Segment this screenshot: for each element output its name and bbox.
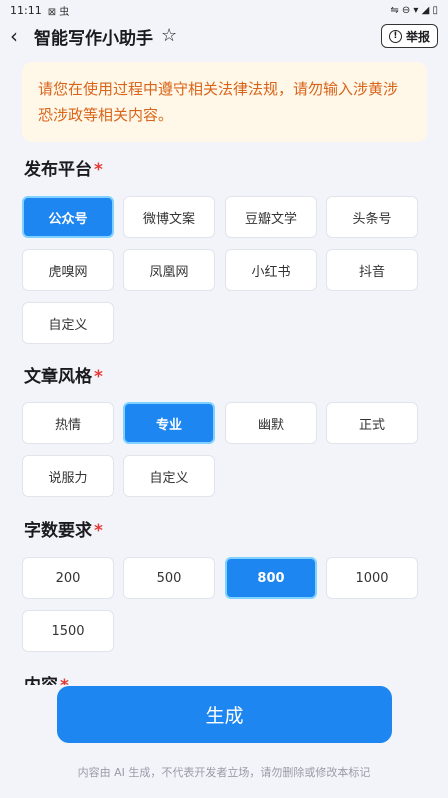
required-mark: * [94,367,103,387]
required-mark: * [94,521,103,541]
style-section-title: 文章风格 * [24,362,103,387]
platform-option[interactable]: 豆瓣文学 [225,196,317,238]
required-mark: * [94,160,103,180]
word-count-option[interactable]: 800 [225,557,317,599]
back-icon[interactable]: ‹ [10,26,30,46]
platform-option[interactable]: 虎嗅网 [22,249,114,291]
notification-icons: ⊠ 虫 [47,6,70,18]
style-option[interactable]: 专业 [123,402,215,444]
ai-disclaimer: 内容由 AI 生成，不代表开发者立场，请勿删除或修改本标记 [77,766,371,779]
platform-option[interactable]: 头条号 [326,196,418,238]
generate-button[interactable]: 生成 [57,686,392,743]
platform-title: 发布平台 [24,160,92,180]
word-count-option[interactable]: 200 [22,557,114,599]
notice-banner: 请您在使用过程中遵守相关法律法规，请勿输入涉黄涉恐涉政等相关内容。 [22,62,427,142]
status-left: 11:11 ⊠ 虫 [10,3,69,18]
word-count-section-title: 字数要求 * [24,516,103,541]
style-option[interactable]: 正式 [326,402,418,444]
word-count-option[interactable]: 1000 [326,557,418,599]
platform-option[interactable]: 微博文案 [123,196,215,238]
status-bar: 11:11 ⊠ 虫 ⇋ ⊖ ▾ ◢ ▯ [0,0,448,20]
style-option[interactable]: 热情 [22,402,114,444]
info-icon: ! [388,29,402,43]
report-button[interactable]: ! 举报 [380,24,438,48]
content-title: 内容 [24,676,58,685]
platform-option[interactable]: 凤凰网 [123,249,215,291]
platform-option[interactable]: 抖音 [326,249,418,291]
platform-section-title: 发布平台 * [24,155,103,180]
style-option[interactable]: 说服力 [22,455,114,497]
star-icon[interactable]: ☆ [161,27,177,45]
platform-option[interactable]: 小红书 [225,249,317,291]
status-time: 11:11 [10,3,42,17]
header: ‹ 智能写作小助手 ☆ ! 举报 [0,20,448,52]
content-section-title: 内容* [24,671,69,685]
page-title: 智能写作小助手 [34,28,153,49]
word-count-title: 字数要求 [24,521,92,541]
style-option[interactable]: 幽默 [225,402,317,444]
report-label: 举报 [405,29,430,44]
required-mark: * [60,676,69,685]
word-count-option[interactable]: 1500 [22,610,114,652]
platform-option[interactable]: 自定义 [22,302,114,344]
system-icons: ⇋ ⊖ ▾ ◢ ▯ [390,4,438,16]
style-option[interactable]: 自定义 [123,455,215,497]
style-title: 文章风格 [24,367,92,387]
platform-option[interactable]: 公众号 [22,196,114,238]
word-count-option[interactable]: 500 [123,557,215,599]
